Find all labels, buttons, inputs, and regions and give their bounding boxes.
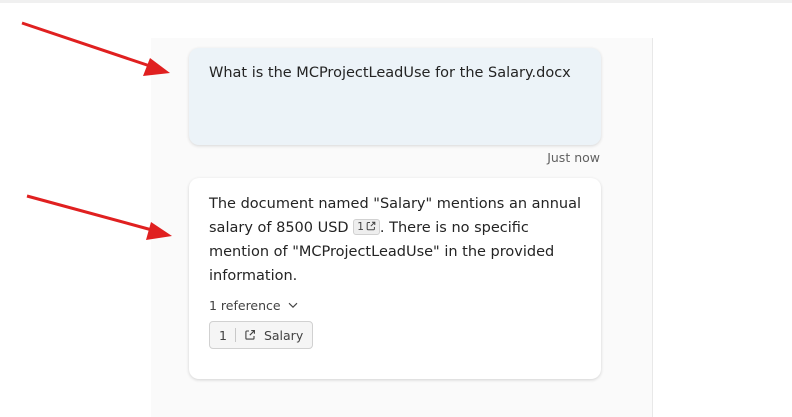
- annotation-arrow-bottom: [26, 194, 172, 240]
- annotation-arrow-top: [21, 21, 170, 76]
- annotation-arrows: [21, 21, 172, 240]
